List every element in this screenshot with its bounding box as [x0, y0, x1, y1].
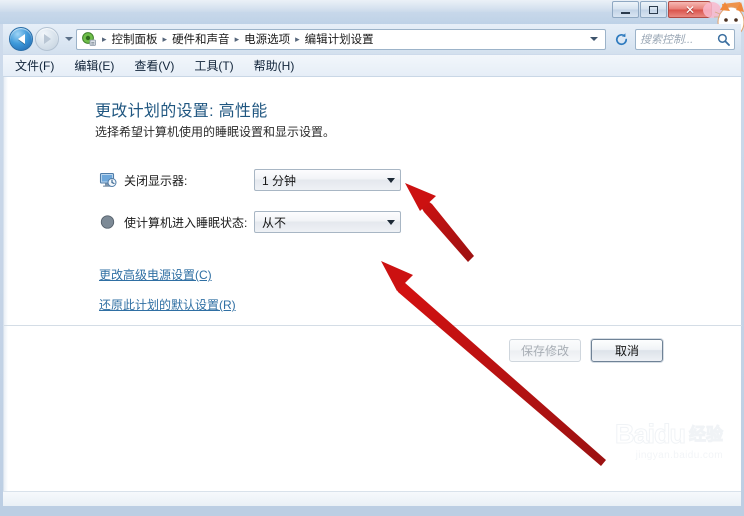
menu-bar: 文件(F) 编辑(E) 查看(V) 工具(T) 帮助(H)	[3, 55, 741, 77]
recent-pages-chevron-down-icon[interactable]	[65, 37, 73, 41]
breadcrumb-item-3[interactable]: 编辑计划设置	[303, 31, 376, 47]
watermark-product: 经验	[689, 425, 724, 444]
content-pane: 更改计划的设置: 高性能 选择希望计算机使用的睡眠设置和显示设置。 关闭显示器:…	[3, 77, 742, 491]
forward-button[interactable]	[35, 27, 59, 51]
address-chevron-down-icon[interactable]	[590, 37, 598, 41]
refresh-icon	[615, 32, 627, 45]
link-advanced-power-settings[interactable]: 更改高级电源设置(C)	[99, 266, 212, 283]
maximize-icon	[649, 5, 658, 14]
content-left-edge	[4, 77, 8, 491]
link-restore-plan-defaults[interactable]: 还原此计划的默认设置(R)	[99, 296, 236, 313]
search-input[interactable]: 搜索控制...	[640, 31, 717, 47]
watermark-url: jingyan.baidu.com	[635, 450, 723, 461]
forward-arrow-icon	[43, 34, 51, 44]
minimize-button[interactable]	[612, 1, 639, 18]
baidu-watermark: Baidu 经验 jingyan.baidu.com	[614, 419, 724, 461]
explorer-window: ✕ ▸ 控制面板 ▸ 硬件和声音 ▸ 电源选项 ▸ 编辑计划设置 搜索控制...…	[0, 0, 744, 516]
back-arrow-icon	[17, 34, 25, 44]
close-icon: ✕	[684, 2, 696, 17]
content-divider	[4, 325, 742, 326]
cancel-button[interactable]: 取消	[591, 339, 663, 362]
watermark-brand: Baidu	[614, 419, 686, 449]
breadcrumb-separator-0: ▸	[102, 33, 107, 44]
breadcrumb-separator-2: ▸	[234, 33, 240, 44]
sleep-dropdown[interactable]: 从不	[254, 211, 401, 233]
display-off-dropdown[interactable]: 1 分钟	[254, 169, 401, 191]
close-button[interactable]: ✕	[668, 1, 712, 18]
search-box[interactable]: 搜索控制...	[635, 28, 735, 50]
breadcrumb-item-2[interactable]: 电源选项	[242, 31, 292, 47]
display-off-chevron-down-icon[interactable]	[382, 170, 400, 190]
title-bar: ✕	[0, 0, 744, 42]
setting-row-sleep: 使计算机进入睡眠状态:	[99, 210, 247, 234]
breadcrumb-item-1[interactable]: 硬件和声音	[170, 31, 232, 47]
setting-label-display-off: 关闭显示器:	[124, 173, 188, 188]
navigation-buttons	[9, 27, 76, 51]
menu-item-file[interactable]: 文件(F)	[15, 57, 54, 74]
setting-label-sleep: 使计算机进入睡眠状态:	[124, 215, 248, 230]
save-changes-button[interactable]: 保存修改	[509, 339, 581, 362]
breadcrumb-separator-1: ▸	[162, 33, 168, 44]
display-off-value: 1 分钟	[262, 173, 297, 188]
page-title: 更改计划的设置: 高性能	[95, 103, 268, 120]
action-buttons: 保存修改 取消	[509, 339, 663, 362]
window-controls: ✕	[612, 1, 712, 18]
page-subtitle: 选择希望计算机使用的睡眠设置和显示设置。	[95, 125, 336, 139]
sleep-chevron-down-icon[interactable]	[382, 212, 400, 232]
address-bar: ▸ 控制面板 ▸ 硬件和声音 ▸ 电源选项 ▸ 编辑计划设置 搜索控制...	[3, 24, 741, 54]
sleep-value: 从不	[262, 215, 287, 230]
breadcrumb-address-input[interactable]: ▸ 控制面板 ▸ 硬件和声音 ▸ 电源选项 ▸ 编辑计划设置	[76, 28, 606, 50]
menu-item-help[interactable]: 帮助(H)	[254, 57, 295, 74]
status-strip	[3, 491, 741, 506]
sleep-moon-icon	[100, 215, 115, 229]
search-icon	[717, 33, 730, 46]
breadcrumb-item-0[interactable]: 控制面板	[110, 31, 160, 47]
minimize-icon	[621, 11, 630, 14]
menu-item-tools[interactable]: 工具(T)	[194, 57, 233, 74]
menu-item-view[interactable]: 查看(V)	[134, 57, 174, 74]
breadcrumb-separator-3: ▸	[295, 33, 300, 44]
setting-row-display-off: 关闭显示器:	[99, 168, 187, 192]
monitor-icon	[99, 172, 117, 187]
menu-item-edit[interactable]: 编辑(E)	[74, 57, 114, 74]
control-panel-icon	[82, 32, 96, 46]
refresh-button[interactable]	[610, 29, 632, 50]
maximize-button[interactable]	[640, 1, 667, 18]
back-button[interactable]	[9, 27, 33, 51]
watermark-logo-row: Baidu 经验	[614, 419, 724, 449]
